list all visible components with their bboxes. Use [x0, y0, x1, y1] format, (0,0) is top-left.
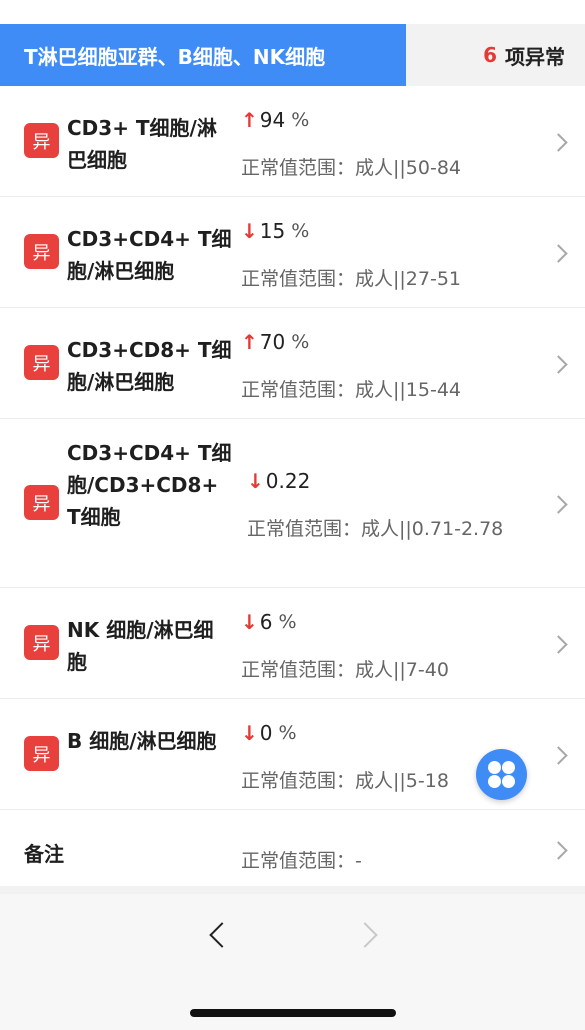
normal-range: 正常值范围：成人||50-84	[241, 157, 462, 179]
item-name: B 细胞/淋巴细胞	[67, 729, 217, 753]
home-indicator	[190, 1009, 396, 1017]
normal-range: 正常值范围：成人||15-44	[241, 379, 462, 401]
abnormal-count: 6	[483, 43, 497, 67]
value-unit: %	[291, 331, 310, 353]
floating-menu-button[interactable]	[476, 749, 527, 800]
abnormal-badge: 异	[24, 485, 59, 520]
arrow-down-icon: ↓	[247, 469, 264, 493]
item-value: ↓ 6 %	[241, 610, 297, 634]
value-number: 70	[259, 330, 286, 354]
value-number: 94	[259, 108, 286, 132]
note-range: 正常值范围：-	[241, 850, 362, 872]
menu-dots-icon	[502, 761, 515, 774]
chevron-right-icon[interactable]	[549, 746, 568, 765]
result-row[interactable]: 异 CD3+CD4+ T细胞/CD3+CD8+ T细胞 ↓ 0.22 正常值范围…	[0, 419, 585, 588]
abnormal-badge: 异	[24, 736, 59, 771]
value-unit: %	[278, 611, 297, 633]
note-label: 备注	[24, 842, 64, 866]
menu-dots-icon	[488, 761, 501, 774]
abnormal-badge: 异	[24, 234, 59, 269]
value-unit: %	[291, 220, 310, 242]
arrow-down-icon: ↓	[241, 610, 258, 634]
normal-range: 正常值范围：成人||0.71-2.78	[247, 518, 504, 540]
arrow-down-icon: ↓	[241, 219, 258, 243]
chevron-right-icon[interactable]	[549, 841, 568, 860]
tab-lymphocyte-subsets[interactable]: T淋巴细胞亚群、B细胞、NK细胞	[0, 24, 406, 86]
item-value: ↑ 94 %	[241, 108, 309, 132]
section-divider	[0, 886, 585, 894]
item-name: NK 细胞/淋巴细胞	[67, 618, 214, 674]
arrow-up-icon: ↑	[241, 330, 258, 354]
chevron-right-icon[interactable]	[549, 133, 568, 152]
item-value: ↓ 0 %	[241, 721, 297, 745]
menu-dots-icon	[488, 775, 501, 788]
value-number: 6	[259, 610, 273, 634]
value-number: 0	[259, 721, 273, 745]
abnormal-summary: 6 项异常	[483, 24, 565, 86]
result-row[interactable]: 异 NK 细胞/淋巴细胞 ↓ 6 % 正常值范围：成人||7-40	[0, 588, 585, 699]
menu-dots-icon	[502, 775, 515, 788]
arrow-down-icon: ↓	[241, 721, 258, 745]
item-value: ↓ 0.22	[247, 469, 316, 493]
item-name: CD3+CD4+ T细胞/淋巴细胞	[67, 227, 232, 283]
item-value: ↑ 70 %	[241, 330, 309, 354]
value-unit: %	[278, 722, 297, 744]
result-row[interactable]: 异 CD3+CD4+ T细胞/淋巴细胞 ↓ 15 % 正常值范围：成人||27-…	[0, 197, 585, 308]
result-row[interactable]: 异 CD3+ T细胞/淋巴细胞 ↑ 94 % 正常值范围：成人||50-84	[0, 86, 585, 197]
normal-range: 正常值范围：成人||27-51	[241, 268, 462, 290]
chevron-right-icon[interactable]	[549, 495, 568, 514]
item-name: CD3+CD8+ T细胞/淋巴细胞	[67, 338, 232, 394]
abnormal-label: 项异常	[505, 44, 565, 69]
abnormal-badge: 异	[24, 123, 59, 158]
normal-range: 正常值范围：成人||5-18	[241, 770, 449, 792]
value-number: 0.22	[265, 469, 311, 493]
item-name: CD3+CD4+ T细胞/CD3+CD8+ T细胞	[67, 441, 232, 529]
item-value: ↓ 15 %	[241, 219, 309, 243]
chevron-right-icon[interactable]	[549, 355, 568, 374]
chevron-right-icon[interactable]	[549, 635, 568, 654]
note-row[interactable]: 备注 正常值范围：-	[0, 810, 585, 888]
item-name: CD3+ T细胞/淋巴细胞	[67, 116, 217, 172]
chevron-right-icon[interactable]	[549, 244, 568, 263]
value-unit: %	[291, 109, 310, 131]
abnormal-badge: 异	[24, 625, 59, 660]
value-number: 15	[259, 219, 286, 243]
arrow-up-icon: ↑	[241, 108, 258, 132]
result-row[interactable]: 异 CD3+CD8+ T细胞/淋巴细胞 ↑ 70 % 正常值范围：成人||15-…	[0, 308, 585, 419]
header: T淋巴细胞亚群、B细胞、NK细胞 6 项异常	[0, 24, 585, 86]
normal-range: 正常值范围：成人||7-40	[241, 659, 449, 681]
abnormal-badge: 异	[24, 345, 59, 380]
